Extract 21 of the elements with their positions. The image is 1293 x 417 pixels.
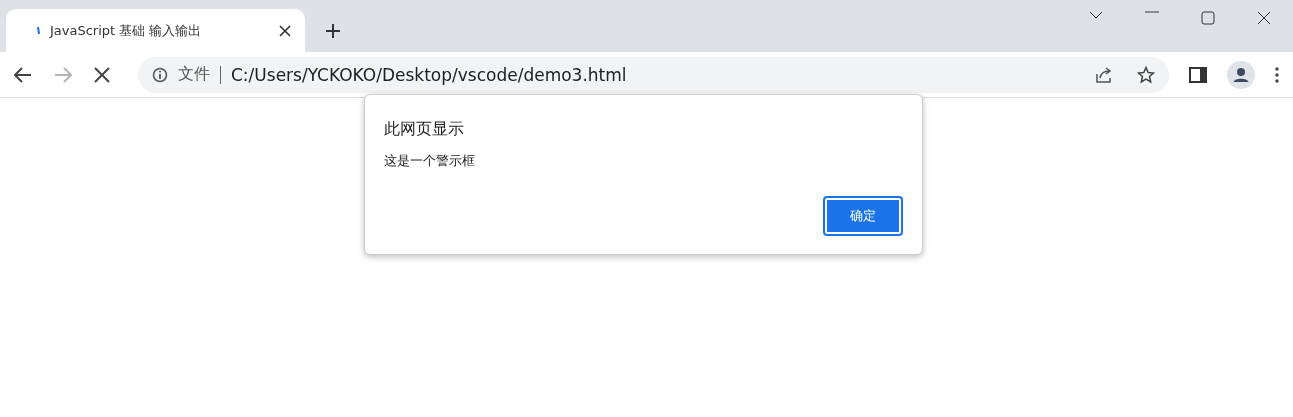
address-bar[interactable]: 文件 C:/Users/YCKOKO/Desktop/vscode/demo3.html — [138, 56, 1169, 93]
profile-avatar-icon[interactable] — [1227, 60, 1255, 89]
dialog-message: 这是一个警示框 — [384, 152, 476, 170]
ok-button[interactable]: 确定 — [823, 196, 903, 236]
security-label: 文件 — [178, 64, 210, 85]
share-icon[interactable] — [1095, 65, 1113, 84]
tab-title: JavaScript 基础 输入输出 — [50, 21, 203, 40]
more-menu-icon[interactable] — [1275, 66, 1279, 83]
close-icon[interactable] — [279, 24, 291, 37]
browser-tab[interactable]: JavaScript 基础 输入输出 — [6, 9, 305, 52]
dialog-title: 此网页显示 — [384, 119, 465, 140]
back-arrow-icon[interactable] — [14, 66, 32, 83]
star-icon[interactable] — [1137, 65, 1155, 84]
chevron-down-icon[interactable] — [1089, 11, 1103, 19]
side-panel-icon[interactable] — [1189, 66, 1207, 83]
stop-icon[interactable] — [94, 66, 110, 83]
info-icon[interactable] — [152, 66, 168, 83]
url-text: C:/Users/YCKOKO/Desktop/vscode/demo3.html — [231, 64, 627, 85]
new-tab-icon[interactable] — [325, 23, 341, 39]
maximize-icon[interactable] — [1201, 11, 1215, 25]
close-icon[interactable] — [1257, 11, 1271, 25]
